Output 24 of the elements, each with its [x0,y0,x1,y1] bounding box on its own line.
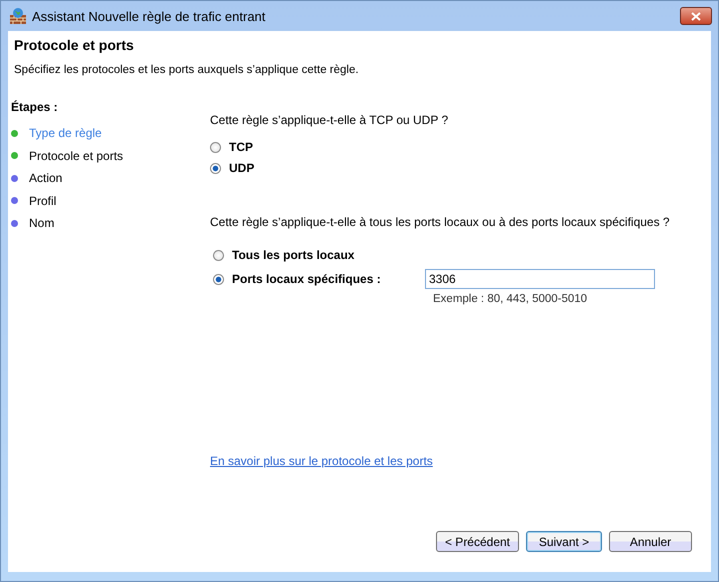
question-text: Cette règle s’applique-t-elle à tous les ports locaux ou à des ports locaux spécifiques ? [210,215,671,229]
page-title: Protocole et ports [14,37,135,53]
step-item: Protocole et ports [29,148,124,163]
wizard-button[interactable]: Annuler [609,531,692,552]
steps-heading: Étapes : [11,100,59,114]
window-title: Assistant Nouvelle règle de trafic entrant [32,8,266,24]
step-item: Action [29,171,62,186]
example-hint: Exemple : 80, 443, 5000-5010 [432,293,588,305]
firewall-globe-icon [9,7,27,25]
wizard-button[interactable]: < Précédent [436,531,519,552]
close-button[interactable] [680,7,712,25]
step-item: Profil [29,194,56,208]
close-icon [691,12,701,20]
ports-input-field[interactable]: 3306 [425,269,655,289]
protocol-radio[interactable]: UDP [210,160,711,176]
ports-radio[interactable]: Tous les ports locaux [213,247,425,263]
ports-radio[interactable]: Ports locaux spécifiques : [213,271,425,287]
step-item[interactable]: Type de règle [29,126,102,140]
help-link[interactable]: En savoir plus sur le protocole et les ports [210,454,433,468]
step-item: Nom [29,216,54,230]
protocol-radio[interactable]: TCP [210,139,711,155]
wizard-button[interactable]: Suivant > [526,531,602,552]
page-description: Spécifiez les protocoles et les ports auxquels s’applique cette règle. [14,64,360,76]
question-text: Cette règle s’applique-t-elle à TCP ou UDP ? [210,113,450,127]
